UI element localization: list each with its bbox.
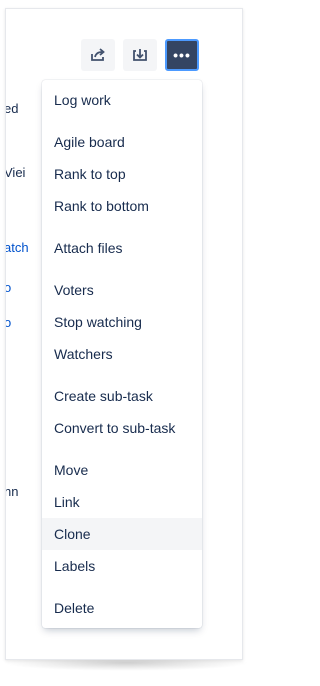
background-link[interactable]: o (6, 280, 11, 295)
share-button[interactable] (81, 39, 115, 71)
background-text: nn (5, 484, 19, 499)
more-icon: ••• (173, 47, 191, 63)
menu-item-move[interactable]: Move (42, 454, 202, 486)
menu-item-link[interactable]: Link (42, 486, 202, 518)
background-link[interactable]: o (6, 315, 11, 330)
menu-item-rank-to-top[interactable]: Rank to top (42, 158, 202, 190)
menu-item-stop-watching[interactable]: Stop watching (42, 306, 202, 338)
menu-item-delete[interactable]: Delete (42, 592, 202, 624)
menu-separator (42, 222, 202, 232)
share-icon (90, 48, 106, 62)
background-text: ed (5, 101, 19, 116)
issue-panel: ••• ed Viei atch o o nn Log work Agile b… (5, 8, 243, 660)
page: ••• ed Viei atch o o nn Log work Agile b… (0, 0, 254, 686)
menu-item-watchers[interactable]: Watchers (42, 338, 202, 370)
menu-item-agile-board[interactable]: Agile board (42, 126, 202, 158)
background-link[interactable]: atch (6, 240, 29, 255)
menu-item-rank-to-bottom[interactable]: Rank to bottom (42, 190, 202, 222)
export-button[interactable] (123, 39, 157, 71)
menu-item-clone[interactable]: Clone (42, 518, 202, 550)
more-actions-button[interactable]: ••• (165, 39, 199, 71)
menu-item-log-work[interactable]: Log work (42, 84, 202, 116)
menu-item-labels[interactable]: Labels (42, 550, 202, 582)
menu-item-attach-files[interactable]: Attach files (42, 232, 202, 264)
menu-separator (42, 370, 202, 380)
menu-item-create-sub-task[interactable]: Create sub-task (42, 380, 202, 412)
menu-separator (42, 116, 202, 126)
menu-item-voters[interactable]: Voters (42, 274, 202, 306)
menu-separator (42, 264, 202, 274)
export-icon (132, 48, 148, 63)
menu-separator (42, 582, 202, 592)
background-text: Viei (5, 165, 26, 180)
menu-separator (42, 444, 202, 454)
more-actions-menu: Log work Agile board Rank to top Rank to… (42, 80, 202, 628)
menu-item-convert-to-sub-task[interactable]: Convert to sub-task (42, 412, 202, 444)
